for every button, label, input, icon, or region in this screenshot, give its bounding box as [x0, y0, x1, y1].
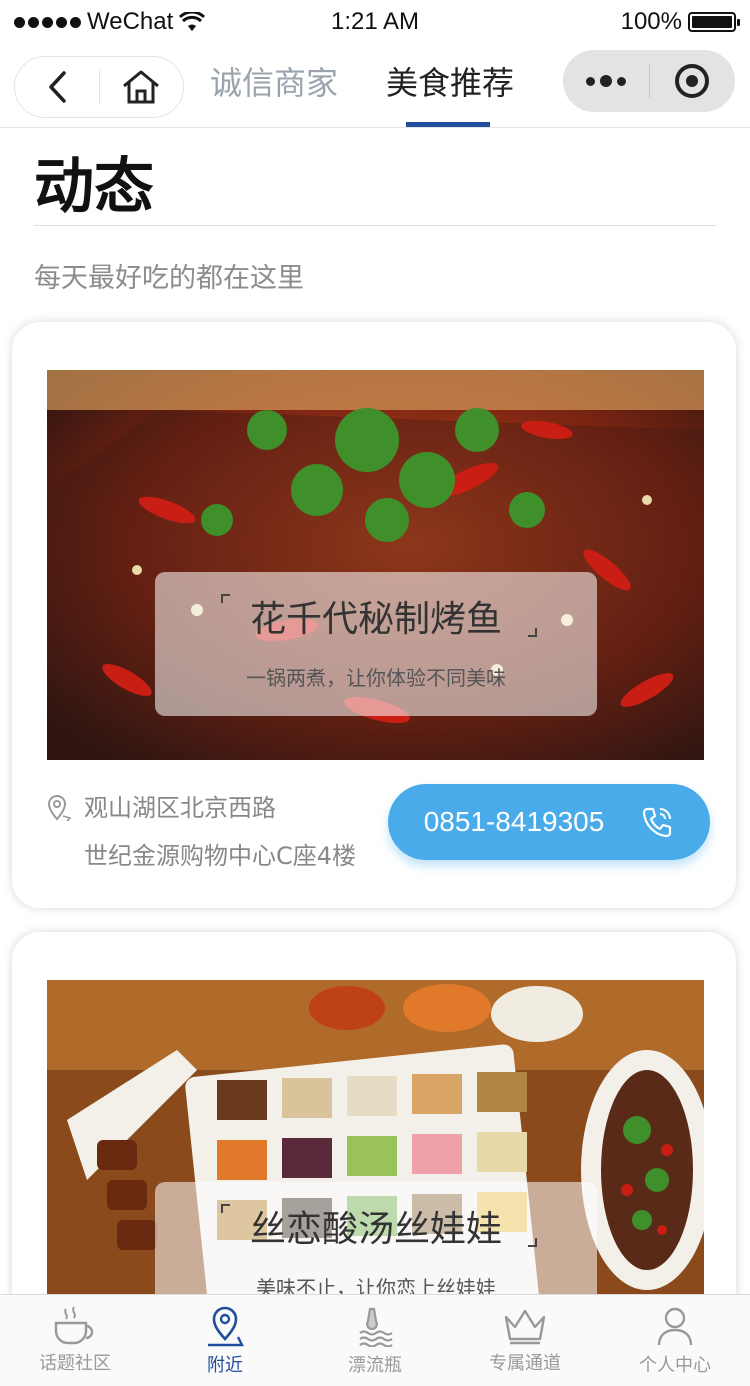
grilled-fish-photo: 花千代秘制烤鱼 一锅两煮，让你体验不同美味	[47, 370, 704, 760]
restaurant-card[interactable]: 丝恋酸汤丝娃娃 美味不止，让你恋上丝娃娃	[12, 932, 736, 1352]
tab-label: 漂流瓶	[348, 1355, 402, 1376]
bottle-waves-icon	[359, 1307, 393, 1347]
tab-label: 话题社区	[39, 1353, 111, 1374]
carrier-info: WeChat	[14, 8, 206, 36]
nav-pill	[14, 56, 184, 118]
location-pin-icon	[47, 795, 72, 822]
crown-icon	[504, 1309, 546, 1345]
tab-drift-bottle[interactable]: 漂流瓶	[300, 1295, 450, 1386]
address-line1: 观山湖区北京西路	[84, 794, 276, 822]
status-bar: WeChat 1:21 AM 100%	[0, 0, 750, 44]
wifi-icon	[179, 12, 206, 31]
more-button[interactable]	[563, 50, 649, 112]
title-divider	[34, 225, 716, 226]
siwawa-spread-photo: 丝恋酸汤丝娃娃 美味不止，让你恋上丝娃娃	[47, 980, 704, 1340]
tab-nearby[interactable]: 附近	[150, 1295, 300, 1386]
tab-food-recommend[interactable]: 美食推荐	[386, 58, 514, 114]
corner-bracket-icon	[528, 1238, 537, 1247]
tab-topic-community[interactable]: 话题社区	[0, 1295, 150, 1386]
battery-info: 100%	[620, 8, 740, 36]
coffee-cup-icon	[54, 1306, 94, 1345]
battery-percent: 100%	[620, 8, 682, 35]
restaurant-card[interactable]: 花千代秘制烤鱼 一锅两煮，让你体验不同美味 观山湖区北京西路 世纪金源购物中心C…	[12, 322, 736, 908]
carrier-label: WeChat	[87, 8, 174, 35]
battery-icon	[688, 12, 740, 32]
phone-number: 0851-8419305	[423, 806, 605, 837]
target-icon	[675, 64, 710, 98]
tab-exclusive-channel[interactable]: 专属通道	[450, 1295, 600, 1386]
home-button[interactable]	[100, 57, 184, 117]
page-subtitle: 每天最好吃的都在这里	[34, 263, 304, 294]
restaurant-slogan: 一锅两煮，让你体验不同美味	[246, 666, 506, 690]
mini-program-capsule	[563, 50, 735, 112]
more-dots-icon	[585, 75, 626, 87]
back-button[interactable]	[15, 57, 99, 117]
phone-icon	[643, 807, 672, 838]
address-line2: 世纪金源购物中心C座4楼	[84, 842, 357, 870]
location-pin-icon	[208, 1306, 244, 1347]
user-icon	[657, 1307, 693, 1346]
chevron-left-icon	[49, 71, 66, 103]
signal-dots-icon	[14, 16, 81, 28]
navigation-bar: 诚信商家 美食推荐	[0, 44, 750, 128]
tab-label: 个人中心	[639, 1355, 711, 1376]
tab-personal-center[interactable]: 个人中心	[600, 1295, 750, 1386]
page-title: 动态	[34, 152, 154, 222]
active-tab-indicator	[406, 122, 490, 127]
close-miniprogram-button[interactable]	[650, 50, 736, 112]
address-line: 观山湖区北京西路	[46, 784, 356, 832]
corner-bracket-icon	[528, 628, 537, 637]
tab-trusted-merchants[interactable]: 诚信商家	[210, 58, 338, 114]
restaurant-address: 观山湖区北京西路 世纪金源购物中心C座4楼	[46, 784, 356, 880]
bottom-tab-bar: 话题社区 附近 漂流瓶 专属通道 个人中心	[0, 1294, 750, 1386]
tab-label: 附近	[207, 1355, 243, 1376]
home-icon	[123, 70, 160, 104]
restaurant-caption: 花千代秘制烤鱼 一锅两煮，让你体验不同美味	[155, 572, 597, 716]
tab-label: 专属通道	[489, 1353, 561, 1374]
call-button[interactable]: 0851-8419305	[388, 784, 710, 860]
